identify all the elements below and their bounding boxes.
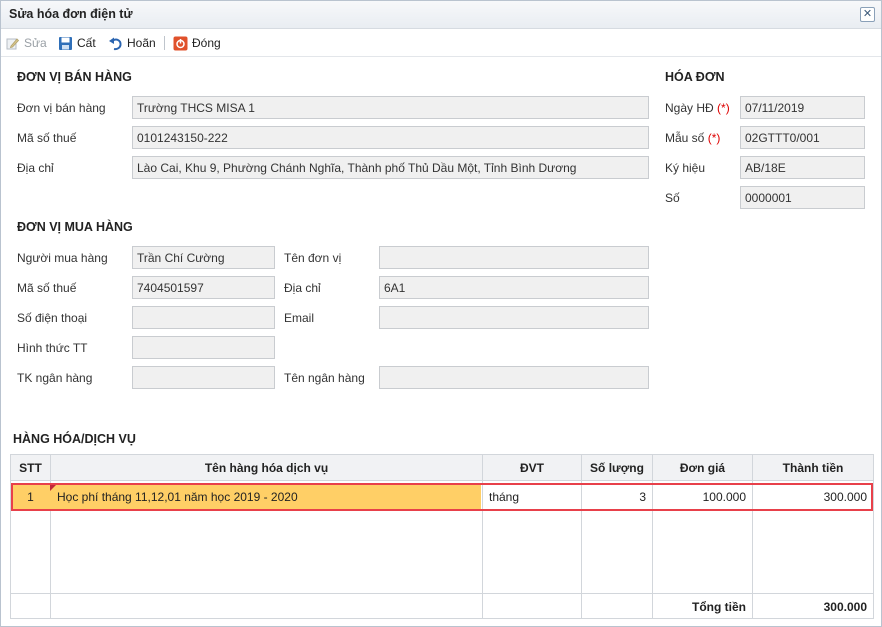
- invoice-edit-dialog: Sửa hóa đơn điện tử ✕ Sửa Cất Hoãn Đóng …: [0, 0, 882, 627]
- column-amount[interactable]: Thành tiền: [753, 461, 873, 475]
- invoice-number-label: Số: [665, 191, 680, 205]
- buyer-tax-field[interactable]: 7404501597: [132, 276, 275, 299]
- invoice-symbol-field[interactable]: AB/18E: [740, 156, 865, 179]
- undo-arrow-icon: [109, 37, 122, 50]
- buyer-bank-account-label: TK ngân hàng: [17, 371, 93, 385]
- column-price[interactable]: Đơn giá: [653, 461, 752, 475]
- invoice-symbol-label: Ký hiệu: [665, 161, 706, 175]
- seller-address-label: Địa chỉ: [17, 161, 54, 175]
- goods-section-title: HÀNG HÓA/DỊCH VỤ: [13, 432, 136, 446]
- buyer-payment-label: Hình thức TT: [17, 341, 88, 355]
- toolbar-separator: [164, 36, 165, 50]
- buyer-email-field[interactable]: [379, 306, 649, 329]
- power-icon: [173, 36, 188, 50]
- column-unit[interactable]: ĐVT: [483, 461, 581, 475]
- title-bar[interactable]: Sửa hóa đơn điện tử ✕: [1, 1, 881, 29]
- column-stt[interactable]: STT: [11, 461, 50, 475]
- seller-address-field[interactable]: Lào Cai, Khu 9, Phường Chánh Nghĩa, Thàn…: [132, 156, 649, 179]
- buyer-unit-name-field[interactable]: [379, 246, 649, 269]
- invoice-date-label: Ngày HĐ (*): [665, 101, 730, 115]
- undo-button-label: Hoãn: [127, 36, 156, 50]
- column-name[interactable]: Tên hàng hóa dịch vụ: [51, 461, 482, 475]
- buyer-unit-name-label: Tên đơn vị: [284, 251, 342, 265]
- required-mark: (*): [707, 131, 721, 145]
- pencil-icon: [6, 37, 20, 49]
- buyer-tax-label: Mã số thuế: [17, 281, 77, 295]
- buyer-bank-name-field[interactable]: [379, 366, 649, 389]
- seller-section-title: ĐƠN VỊ BÁN HÀNG: [17, 70, 132, 84]
- column-qty[interactable]: Số lượng: [582, 461, 652, 475]
- buyer-bank-account-field[interactable]: [132, 366, 275, 389]
- buyer-section-title: ĐƠN VỊ MUA HÀNG: [17, 220, 133, 234]
- save-button[interactable]: Cất: [58, 34, 96, 52]
- invoice-template-field[interactable]: 02GTTT0/001: [740, 126, 865, 149]
- seller-tax-field[interactable]: 0101243150-222: [132, 126, 649, 149]
- seller-unit-label: Đơn vị bán hàng: [17, 101, 106, 115]
- table-footer: Tổng tiền 300.000: [11, 593, 873, 618]
- close-button[interactable]: Đóng: [173, 34, 221, 52]
- row-selection-border: [11, 483, 873, 511]
- close-button-label: Đóng: [192, 36, 221, 50]
- buyer-name-label: Người mua hàng: [17, 251, 108, 265]
- invoice-section-title: HÓA ĐƠN: [665, 70, 725, 84]
- invoice-date-field[interactable]: 07/11/2019: [740, 96, 865, 119]
- toolbar: Sửa Cất Hoãn Đóng: [1, 29, 881, 57]
- buyer-email-label: Email: [284, 311, 315, 325]
- seller-unit-field[interactable]: Trường THCS MISA 1: [132, 96, 649, 119]
- close-icon[interactable]: ✕: [860, 7, 875, 22]
- buyer-bank-name-label: Tên ngân hàng: [284, 371, 365, 385]
- required-mark: (*): [717, 101, 730, 115]
- edit-button-label: Sửa: [24, 36, 47, 50]
- buyer-address-label: Địa chỉ: [284, 281, 321, 295]
- invoice-template-label-text: Mẫu số: [665, 131, 705, 145]
- buyer-name-field[interactable]: Trần Chí Cường: [132, 246, 275, 269]
- buyer-phone-label: Số điện thoại: [17, 311, 88, 325]
- buyer-address-field[interactable]: 6A1: [379, 276, 649, 299]
- save-button-label: Cất: [77, 36, 96, 50]
- invoice-template-label: Mẫu số (*): [665, 131, 720, 145]
- goods-table-header: STT Tên hàng hóa dịch vụ ĐVT Số lượng Đơ…: [11, 455, 873, 481]
- floppy-disk-icon: [59, 36, 72, 50]
- buyer-payment-field[interactable]: [132, 336, 275, 359]
- buyer-phone-field[interactable]: [132, 306, 275, 329]
- invoice-number-field[interactable]: 0000001: [740, 186, 865, 209]
- dialog-title: Sửa hóa đơn điện tử: [9, 7, 133, 21]
- total-label: Tổng tiền: [692, 600, 746, 614]
- seller-tax-label: Mã số thuế: [17, 131, 77, 145]
- goods-table: STT Tên hàng hóa dịch vụ ĐVT Số lượng Đơ…: [10, 454, 874, 619]
- total-value: 300.000: [823, 600, 867, 614]
- edit-button[interactable]: Sửa: [5, 34, 47, 52]
- invoice-date-label-text: Ngày HĐ: [665, 101, 714, 115]
- undo-button[interactable]: Hoãn: [108, 34, 156, 52]
